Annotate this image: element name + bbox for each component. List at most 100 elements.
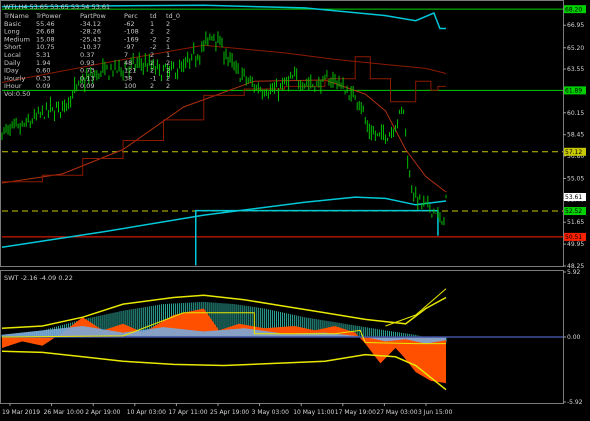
symbol-info: WTI,H4 53.65 53.65 53.54 53.61 xyxy=(4,3,110,11)
table-cell: Long xyxy=(4,28,20,36)
swt-series-group xyxy=(1,288,563,391)
table-cell: 2 xyxy=(166,82,170,90)
table-cell: -169 xyxy=(124,35,139,43)
table-cell: 26.68 xyxy=(36,28,55,36)
price-badge-label: 50.51 xyxy=(565,234,582,241)
price-tick-label: 60.15 xyxy=(567,110,584,117)
price-badge-label: 52.52 xyxy=(565,208,582,215)
price-tick-label: 51.65 xyxy=(567,219,584,226)
time-tick-label: 17 Apr 11:00 xyxy=(168,409,207,416)
table-cell: IDay xyxy=(4,67,19,75)
table-header-4: td xyxy=(150,12,157,20)
main-price-pane[interactable]: WTI,H4 53.65 53.65 53.54 53.61 TrName TrP… xyxy=(0,0,564,267)
price-tick-label: 65.20 xyxy=(567,45,584,52)
table-cell: 100 xyxy=(124,82,136,90)
table-cell: 2 xyxy=(150,51,154,59)
indicator-table: TrName TrPower PartPow Perc td td_0 Basic 55.46… xyxy=(3,12,180,98)
table-cell: 15.08 xyxy=(36,35,55,43)
table-cell: 1 xyxy=(150,20,154,28)
cyan-moving-average xyxy=(1,196,447,249)
price-tick-label: 66.95 xyxy=(567,22,584,29)
table-cell: 0.37 xyxy=(80,51,94,59)
swt-tick-label: 5.92 xyxy=(567,269,581,276)
table-cell: 5.31 xyxy=(36,51,50,59)
table-cell: 10.75 xyxy=(36,43,55,51)
table-cell: 2 xyxy=(166,67,170,75)
time-axis: 19 Mar 2019 26 Mar 10:00 2 Apr 19:00 10 Apr… xyxy=(2,403,452,416)
swt-title: SWT -2.16 -4.09 0.22 xyxy=(4,274,73,282)
table-cell: 7 xyxy=(124,51,128,59)
table-cell: 48 xyxy=(124,59,132,67)
table-header-1: TrPower xyxy=(35,12,62,20)
table-cell: -1 xyxy=(150,74,156,82)
chart-canvas[interactable]: WTI,H4 53.65 53.65 53.54 53.61 TrName TrP… xyxy=(0,0,590,421)
time-tick-label: 3 Jun 15:00 xyxy=(418,409,452,416)
table-header-3: Perc xyxy=(124,12,138,20)
table-header-2: PartPow xyxy=(80,12,106,20)
table-cell: Short xyxy=(4,43,22,51)
table-cell: -2 xyxy=(150,43,156,51)
table-cell: IHour xyxy=(4,82,22,90)
table-cell: Basic xyxy=(4,20,22,28)
table-cell: 0.60 xyxy=(36,67,50,75)
table-cell: 2 xyxy=(150,82,154,90)
table-cell: 2 xyxy=(150,28,154,36)
table-cell: 2 xyxy=(150,67,154,75)
brown-step-line xyxy=(2,56,446,183)
price-tick-label: 58.45 xyxy=(567,132,584,139)
table-cell: -97 xyxy=(124,43,135,51)
cyan-box-line xyxy=(194,209,439,266)
table-cell: 2 xyxy=(166,35,170,43)
time-tick-label: 17 May 19:00 xyxy=(335,409,376,416)
table-cell: 0.73 xyxy=(80,67,94,75)
table-cell: 1 xyxy=(166,51,170,59)
table-cell: 1.94 xyxy=(36,59,50,67)
time-tick-label: 25 Apr 19:00 xyxy=(210,409,249,416)
table-cell: 0.13 xyxy=(80,74,94,82)
time-tick-label: 10 Apr 03:00 xyxy=(127,409,166,416)
table-header-0: TrName xyxy=(3,12,29,20)
table-cell: -10.37 xyxy=(80,43,101,51)
table-cell: Local xyxy=(4,51,21,59)
table-cell: Daily xyxy=(4,59,21,67)
table-cell: 121 xyxy=(124,67,136,75)
table-cell: 0.09 xyxy=(36,82,50,90)
table-footer: Vol:0.50 xyxy=(4,90,30,98)
table-cell: Hourly xyxy=(4,74,25,82)
table-cell: -34.12 xyxy=(80,20,101,28)
table-cell: Medium xyxy=(4,35,30,43)
price-badge-label: 53.61 xyxy=(565,194,582,201)
table-cell: -2 xyxy=(150,35,156,43)
time-tick-label: 27 May 03:00 xyxy=(376,409,417,416)
table-cell: -108 xyxy=(124,28,139,36)
table-cell: 2 xyxy=(166,28,170,36)
table-cell: 2 xyxy=(166,59,170,67)
price-badge-label: 57.12 xyxy=(565,149,582,156)
time-tick-label: 2 Apr 19:00 xyxy=(85,409,120,416)
table-cell: 38 xyxy=(124,74,132,82)
swt-tick-label: 0.00 xyxy=(567,334,581,341)
price-axis: 68.2066.9565.2063.5561.8060.1558.4556.80… xyxy=(563,5,586,270)
price-tick-label: 49.95 xyxy=(567,241,584,248)
table-cell: 1 xyxy=(166,43,170,51)
table-cell: 55.46 xyxy=(36,20,55,28)
table-cell: 0.09 xyxy=(80,82,94,90)
price-tick-label: 55.05 xyxy=(567,175,584,182)
table-cell: -62 xyxy=(124,20,135,28)
table-header-5: td_0 xyxy=(166,12,180,20)
price-badge-label: 68.20 xyxy=(565,6,582,13)
table-cell: 2 xyxy=(166,74,170,82)
table-cell: -28.26 xyxy=(80,28,101,36)
price-badge-label: 61.89 xyxy=(565,88,582,95)
table-cell: 2 xyxy=(166,20,170,28)
time-tick-label: 26 Mar 10:00 xyxy=(44,409,84,416)
time-tick-label: 3 May 03:00 xyxy=(252,409,290,416)
table-cell: 0.93 xyxy=(80,59,94,67)
swt-upper-band-2 xyxy=(385,288,447,327)
table-cell: 0.33 xyxy=(36,74,50,82)
swt-axis: 5.92 0.00 -5.92 xyxy=(563,269,583,406)
table-cell: 2 xyxy=(150,59,154,67)
swt-tick-label: -5.92 xyxy=(567,399,583,406)
price-tick-label: 63.55 xyxy=(567,66,584,73)
swt-subwindow[interactable]: SWT -2.16 -4.09 0.22 xyxy=(0,270,564,404)
